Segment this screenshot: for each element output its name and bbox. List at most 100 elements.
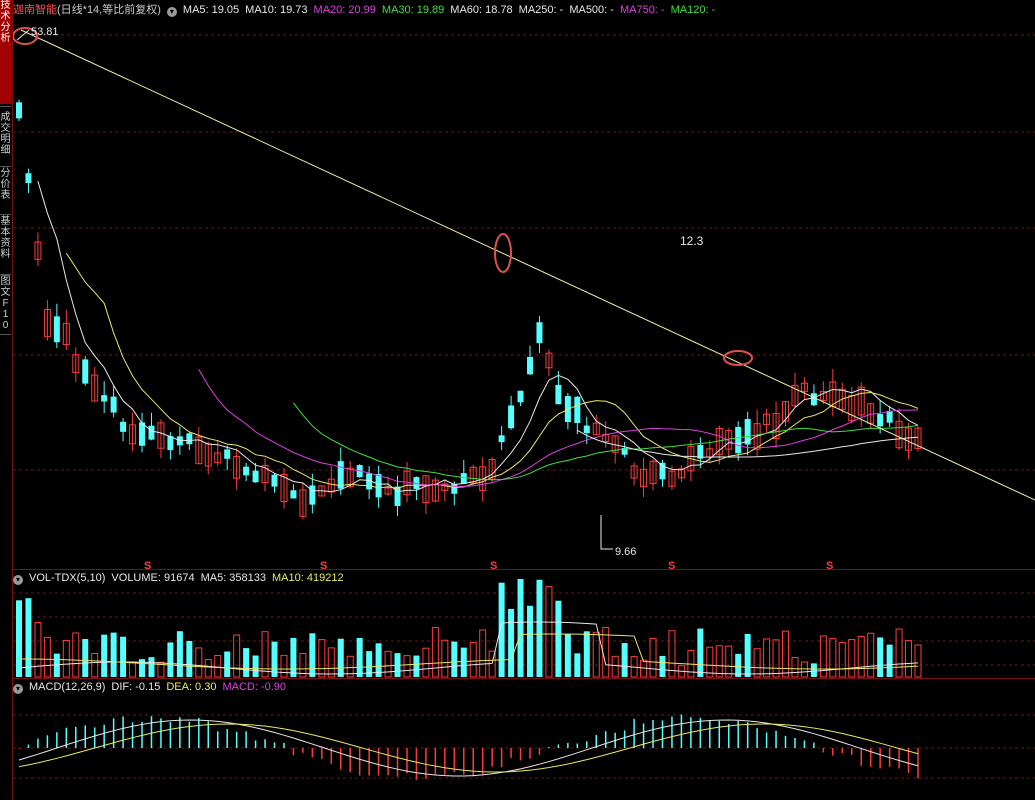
volume-bar-up bbox=[469, 642, 477, 678]
volume-ma10: MA10: 419212 bbox=[272, 572, 344, 584]
volume-bar-down bbox=[810, 663, 817, 677]
volume-bar-up bbox=[791, 657, 799, 678]
macd-legend: ▾ MACD(12,26,9) DIF: -0.15 DEA: 0.30 MACD: -… bbox=[13, 679, 292, 695]
ma-legend-item: MA750: - bbox=[619, 4, 665, 16]
ma-legend-item: MA10: 19.73 bbox=[245, 4, 308, 16]
candle-body-down bbox=[451, 483, 458, 494]
ma-legend-item: MA500: - bbox=[569, 4, 614, 16]
settings-dropdown-icon[interactable]: ▾ bbox=[166, 7, 177, 17]
stock-name[interactable]: 迦南智能 bbox=[13, 4, 57, 16]
volume-bar-down bbox=[460, 647, 467, 677]
sidebar-tab-2[interactable]: 分价表 bbox=[0, 168, 11, 212]
volume-bar-up bbox=[782, 630, 790, 678]
volume-bar-up bbox=[403, 655, 411, 678]
volume-bar-down bbox=[167, 642, 174, 677]
volume-bar-up bbox=[848, 639, 856, 678]
candle-body-down bbox=[810, 393, 817, 406]
volume-bar-down bbox=[25, 598, 32, 677]
sidebar-separator bbox=[0, 214, 11, 215]
sidebar-separator bbox=[0, 334, 11, 335]
sidebar-tab-0[interactable]: 技术分析 bbox=[0, 0, 11, 104]
volume-bar-up bbox=[204, 659, 212, 678]
volume-bar-up bbox=[422, 647, 430, 678]
candle-body-down bbox=[252, 470, 259, 483]
volume-bar-down bbox=[309, 633, 316, 677]
candle-body-down bbox=[735, 426, 742, 454]
candle-body-down bbox=[508, 405, 515, 429]
volume-bar-down bbox=[413, 655, 420, 677]
high-price-label: 53.81 bbox=[31, 26, 59, 38]
volume-bar-up bbox=[62, 639, 70, 678]
volume-bar-down bbox=[243, 648, 250, 677]
volume-legend: ▾ VOL-TDX(5,10) VOLUME: 91674 MA5: 358133 MA… bbox=[13, 570, 350, 586]
macd-value: MACD: -0.90 bbox=[222, 681, 287, 693]
candle-body-down bbox=[877, 414, 884, 427]
volume-bar-down bbox=[583, 631, 590, 677]
candle-body-down bbox=[243, 466, 250, 476]
volume-bar-up bbox=[649, 637, 657, 678]
volume-bar-up bbox=[261, 631, 269, 678]
volume-bar-down bbox=[517, 579, 524, 677]
sidebar-tab-3[interactable]: 基本资料 bbox=[0, 216, 11, 272]
sidebar-separator bbox=[0, 106, 11, 107]
trend-annotation: 12.3 bbox=[680, 234, 704, 248]
chart-area[interactable]: 迦南智能(日线*14,等比前复权) ▾ MA5: 19.05 MA10: 19.73 M… bbox=[13, 0, 1035, 800]
candle-body-down bbox=[574, 396, 581, 424]
volume-bar-down bbox=[101, 634, 108, 677]
low-price-label: 9.66 bbox=[615, 546, 636, 558]
volume-bar-up bbox=[214, 654, 222, 678]
volume-bar-up bbox=[867, 632, 875, 678]
volume-bar-down bbox=[508, 608, 515, 677]
volume-bar-down bbox=[564, 633, 571, 677]
volume-bar-down bbox=[110, 632, 117, 677]
volume-bar-up bbox=[318, 639, 326, 678]
candle-body-down bbox=[224, 449, 231, 459]
volume-bar-up bbox=[914, 644, 922, 678]
volume-bar-up bbox=[327, 647, 335, 678]
sidebar-tab-4[interactable]: 图文F10 bbox=[0, 276, 11, 332]
sidebar: 技术分析成交明细分价表基本资料图文F10 bbox=[0, 0, 13, 800]
volume-bar-down bbox=[16, 600, 22, 677]
volume-bar-down bbox=[337, 638, 344, 677]
candle-body-down bbox=[337, 461, 344, 489]
volume-title: VOL-TDX(5,10) bbox=[29, 572, 106, 584]
volume-bar-up bbox=[838, 642, 846, 678]
volume-bar-down bbox=[82, 638, 89, 677]
volume-bar-up bbox=[857, 635, 865, 678]
volume-bar-up bbox=[763, 638, 771, 678]
macd-title: MACD(12,26,9) bbox=[29, 681, 106, 693]
price-legend: 迦南智能(日线*14,等比前复权) ▾ MA5: 19.05 MA10: 19.73 M… bbox=[13, 2, 727, 18]
volume-settings-icon[interactable]: ▾ bbox=[13, 575, 23, 585]
volume-bar-down bbox=[886, 644, 893, 677]
volume-bar-up bbox=[753, 648, 761, 678]
candle-body-down bbox=[110, 396, 117, 413]
volume-ma5: MA5: 358133 bbox=[200, 572, 267, 584]
candle-body-down bbox=[375, 474, 382, 498]
s-marker: S bbox=[826, 560, 833, 572]
ma-legend: MA5: 19.05 MA10: 19.73 MA20: 20.99 MA30: 19… bbox=[183, 4, 721, 16]
volume-bar-up bbox=[431, 627, 439, 678]
period-label: (日线*14,等比前复权) bbox=[57, 4, 161, 16]
volume-bar-up bbox=[829, 638, 837, 678]
sidebar-separator bbox=[0, 166, 11, 167]
volume-bar-up bbox=[34, 622, 42, 678]
volume-bar-up bbox=[129, 661, 137, 678]
volume-bar-up bbox=[72, 632, 80, 678]
volume-bar-up bbox=[895, 628, 903, 678]
macd-settings-icon[interactable]: ▾ bbox=[13, 684, 23, 694]
volume-bar-down bbox=[659, 655, 666, 677]
volume-bar-up bbox=[715, 645, 723, 678]
volume-bar-up bbox=[545, 586, 553, 678]
ma-legend-item: MA120: - bbox=[670, 4, 716, 16]
candle-body-down bbox=[271, 474, 278, 487]
volume-bar-up bbox=[195, 647, 203, 678]
sidebar-tab-1[interactable]: 成交明细 bbox=[0, 112, 11, 164]
volume-bar-down bbox=[224, 651, 231, 677]
volume-bar-down bbox=[148, 657, 155, 677]
volume-bar-up bbox=[479, 629, 487, 678]
s-marker: S bbox=[668, 560, 675, 572]
volume-bar-down bbox=[697, 628, 704, 677]
candle-body-down bbox=[120, 421, 127, 432]
volume-bar-up bbox=[441, 639, 449, 678]
candle-body-down bbox=[186, 433, 193, 445]
